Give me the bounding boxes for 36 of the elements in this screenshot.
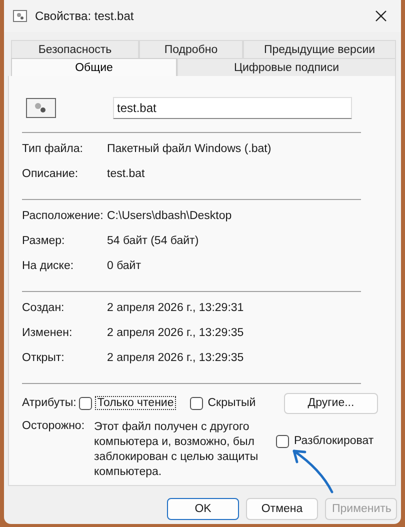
tab[interactable]: Безопасность — [11, 40, 139, 58]
field-label: Размер: — [22, 234, 66, 246]
file-name-field[interactable]: test.bat — [113, 97, 352, 119]
checkbox[interactable] — [79, 396, 92, 410]
field-value: test.bat — [107, 168, 145, 180]
dialog-button[interactable]: Отмена — [246, 498, 318, 520]
close-icon[interactable] — [375, 10, 387, 22]
checkbox-label[interactable]: Только чтение — [95, 396, 176, 410]
field-label: Расположение: — [22, 210, 104, 222]
window-title: Свойства: test.bat — [35, 9, 135, 23]
field-label: Создан: — [22, 302, 66, 314]
field-label: Тип файла: — [22, 142, 84, 154]
checkbox-label[interactable]: Разблокироват — [292, 434, 376, 448]
tab[interactable]: Подробно — [139, 40, 243, 58]
tab[interactable]: Предыдущие версии — [243, 40, 396, 58]
dialog-button[interactable]: OK — [167, 498, 239, 520]
tab[interactable]: Цифровые подписи — [177, 58, 396, 76]
field-label: Атрибуты: — [22, 397, 76, 409]
tab[interactable]: Общие — [11, 58, 177, 76]
field-value: 0 байт — [107, 260, 142, 272]
field-label: Описание: — [22, 168, 80, 180]
field-value: 2 апреля 2026 г., 13:29:31 — [107, 302, 244, 314]
field-value: C:\Users\dbash\Desktop — [107, 210, 232, 222]
field-value: 2 апреля 2026 г., 13:29:35 — [107, 326, 244, 338]
field-label: Изменен: — [22, 326, 74, 338]
other-button[interactable]: Другие... — [284, 392, 378, 414]
warning-text: Этот файл получен с другого компьютера и, возможно, был заблокирован с целью защиты компьютера. — [94, 420, 260, 480]
field-label: Открыт: — [22, 352, 66, 364]
field-value: Пакетный файл Windows (.bat) — [107, 142, 272, 154]
field-label: Осторожно: — [22, 420, 86, 434]
field-value: 54 байт (54 байт) — [107, 234, 199, 246]
field-label: На диске: — [22, 260, 75, 272]
checkbox[interactable] — [276, 434, 289, 448]
checkbox-label[interactable]: Скрытый — [206, 396, 258, 410]
checkbox[interactable] — [190, 396, 203, 410]
field-value: 2 апреля 2026 г., 13:29:35 — [107, 352, 244, 364]
